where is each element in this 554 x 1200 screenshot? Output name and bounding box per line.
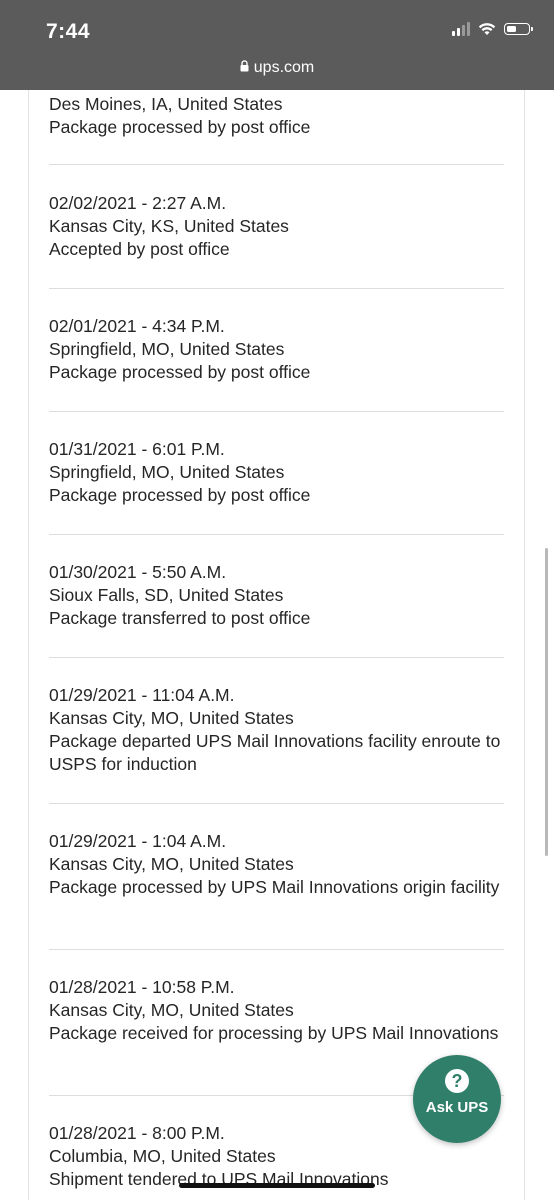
event-date: 01/29/2021 - 1:04 A.M.: [49, 831, 227, 851]
event-status: Package processed by post office: [49, 362, 311, 382]
event-item: 01/29/2021 - 1:04 A.M. Kansas City, MO, …: [49, 804, 504, 950]
tracking-history: Des Moines, IA, United States Package pr…: [28, 90, 525, 1200]
event-location: Kansas City, MO, United States: [49, 1000, 294, 1020]
status-bar: 7:44 ups.com: [0, 0, 554, 90]
event-status: Package transferred to post office: [49, 608, 311, 628]
event-date: 01/30/2021 - 5:50 A.M.: [49, 562, 227, 582]
url-bar[interactable]: ups.com: [0, 59, 554, 77]
event-date: 01/28/2021 - 10:58 P.M.: [49, 977, 235, 997]
event-status: Package departed UPS Mail Innovations fa…: [49, 731, 501, 774]
cellular-signal-icon: [452, 22, 470, 36]
event-item: Des Moines, IA, United States Package pr…: [49, 90, 504, 165]
battery-icon: [504, 23, 533, 35]
event-status: Accepted by post office: [49, 239, 230, 259]
event-date: 01/31/2021 - 6:01 P.M.: [49, 439, 225, 459]
ask-ups-label: Ask UPS: [425, 1099, 489, 1116]
status-icons: [452, 22, 533, 36]
event-status: Package processed by UPS Mail Innovation…: [49, 877, 500, 897]
url-text: ups.com: [253, 59, 315, 76]
event-location: Sioux Falls, SD, United States: [49, 585, 284, 605]
wifi-icon: [478, 23, 496, 35]
event-item: 02/02/2021 - 2:27 A.M. Kansas City, KS, …: [49, 165, 504, 289]
event-item: 01/30/2021 - 5:50 A.M. Sioux Falls, SD, …: [49, 535, 504, 658]
event-date: 02/02/2021 - 2:27 A.M.: [49, 193, 227, 213]
event-status: Package processed by post office: [49, 485, 311, 505]
event-location: Kansas City, MO, United States: [49, 854, 294, 874]
event-item: 01/29/2021 - 11:04 A.M. Kansas City, MO,…: [49, 658, 504, 804]
event-status: Package received for processing by UPS M…: [49, 1023, 499, 1043]
event-location: Des Moines, IA, United States: [49, 94, 283, 114]
event-location: Kansas City, MO, United States: [49, 708, 294, 728]
event-date: 02/01/2021 - 4:34 P.M.: [49, 316, 225, 336]
question-icon: ?: [445, 1069, 469, 1093]
status-time: 7:44: [46, 20, 91, 43]
event-location: Springfield, MO, United States: [49, 339, 285, 359]
event-location: Columbia, MO, United States: [49, 1146, 276, 1166]
event-date: 01/29/2021 - 11:04 A.M.: [49, 685, 235, 705]
event-item: 01/31/2021 - 6:01 P.M. Springfield, MO, …: [49, 412, 504, 535]
event-status: Package processed by post office: [49, 117, 311, 137]
ask-ups-button[interactable]: ? Ask UPS: [413, 1055, 501, 1143]
event-location: Springfield, MO, United States: [49, 462, 285, 482]
event-list: Des Moines, IA, United States Package pr…: [49, 90, 504, 1200]
event-location: Kansas City, KS, United States: [49, 216, 289, 236]
event-item: 02/01/2021 - 4:34 P.M. Springfield, MO, …: [49, 289, 504, 412]
lock-icon: [240, 60, 249, 72]
scrollbar[interactable]: [545, 548, 548, 856]
home-indicator[interactable]: [179, 1183, 375, 1188]
